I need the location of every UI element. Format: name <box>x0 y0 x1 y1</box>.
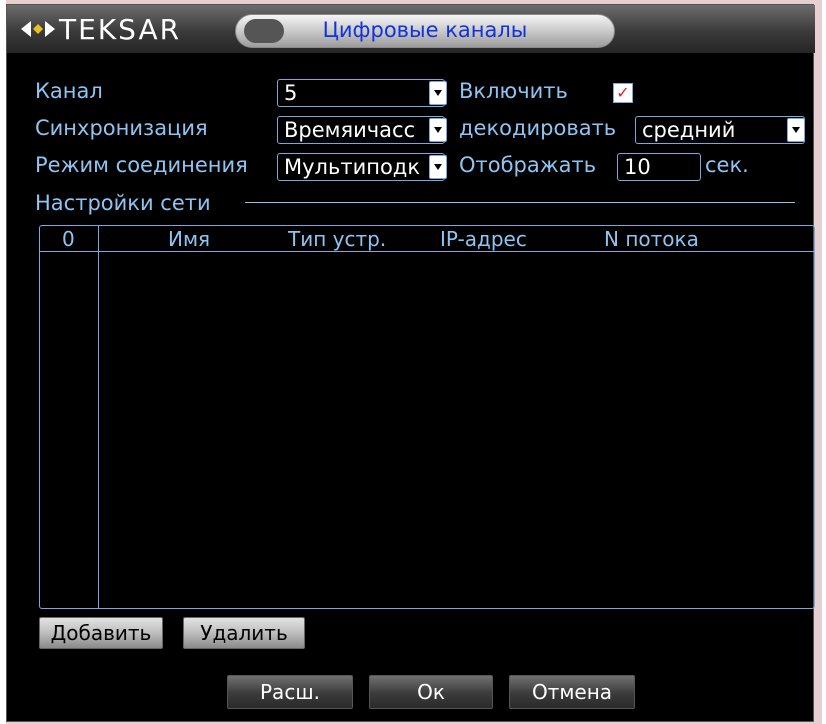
display-seconds-input[interactable]: 10 <box>617 153 701 181</box>
channel-dropdown-arrow-icon[interactable] <box>429 81 447 105</box>
dialog-panel: TEKSAR Цифровые каналы Канал 5 Включить … <box>6 4 815 722</box>
column-header-name: Имя <box>168 227 211 251</box>
column-header-index: 0 <box>62 227 75 251</box>
sync-select[interactable]: Времяичасс <box>277 116 445 144</box>
enable-checkbox[interactable]: ✓ <box>613 83 633 103</box>
display-unit-label: сек. <box>705 153 749 177</box>
table-column-divider <box>98 226 99 608</box>
display-label: Отображать <box>459 153 597 177</box>
logo-arrows-icon <box>21 21 55 37</box>
logo-text: TEKSAR <box>59 12 182 46</box>
network-section-title: Настройки сети <box>35 191 211 215</box>
advanced-button[interactable]: Расш. <box>227 675 353 709</box>
table-header: 0 Имя Тип устр. IP-адрес N потока <box>40 226 814 252</box>
remove-button[interactable]: Удалить <box>183 617 305 649</box>
section-divider <box>245 202 795 203</box>
channel-label: Канал <box>35 79 103 103</box>
decode-label: декодировать <box>459 116 617 140</box>
title-bar: TEKSAR Цифровые каналы <box>7 5 815 53</box>
column-header-ip-address: IP-адрес <box>440 227 527 251</box>
dialog-window: TEKSAR Цифровые каналы Канал 5 Включить … <box>6 0 822 724</box>
sync-dropdown-arrow-icon[interactable] <box>429 118 447 142</box>
title-pill: Цифровые каналы <box>235 14 615 48</box>
connection-mode-label: Режим соединения <box>35 153 248 177</box>
add-button[interactable]: Добавить <box>39 617 163 649</box>
connection-mode-dropdown-arrow-icon[interactable] <box>429 155 447 179</box>
cancel-button[interactable]: Отмена <box>509 675 635 709</box>
column-header-device-type: Тип устр. <box>288 227 387 251</box>
channel-select[interactable]: 5 <box>277 79 445 107</box>
brand-logo: TEKSAR <box>21 12 182 46</box>
connection-mode-select[interactable]: Мультиподк <box>277 153 445 181</box>
column-header-stream: N потока <box>604 227 699 251</box>
decode-dropdown-arrow-icon[interactable] <box>787 118 805 142</box>
enable-label: Включить <box>459 79 568 103</box>
decode-select[interactable]: средний <box>635 116 805 144</box>
network-devices-table[interactable]: 0 Имя Тип устр. IP-адрес N потока <box>39 225 815 609</box>
ok-button[interactable]: Ок <box>369 675 493 709</box>
checkmark-icon: ✓ <box>616 83 630 102</box>
window-title: Цифровые каналы <box>322 18 528 42</box>
sync-label: Синхронизация <box>35 116 208 140</box>
